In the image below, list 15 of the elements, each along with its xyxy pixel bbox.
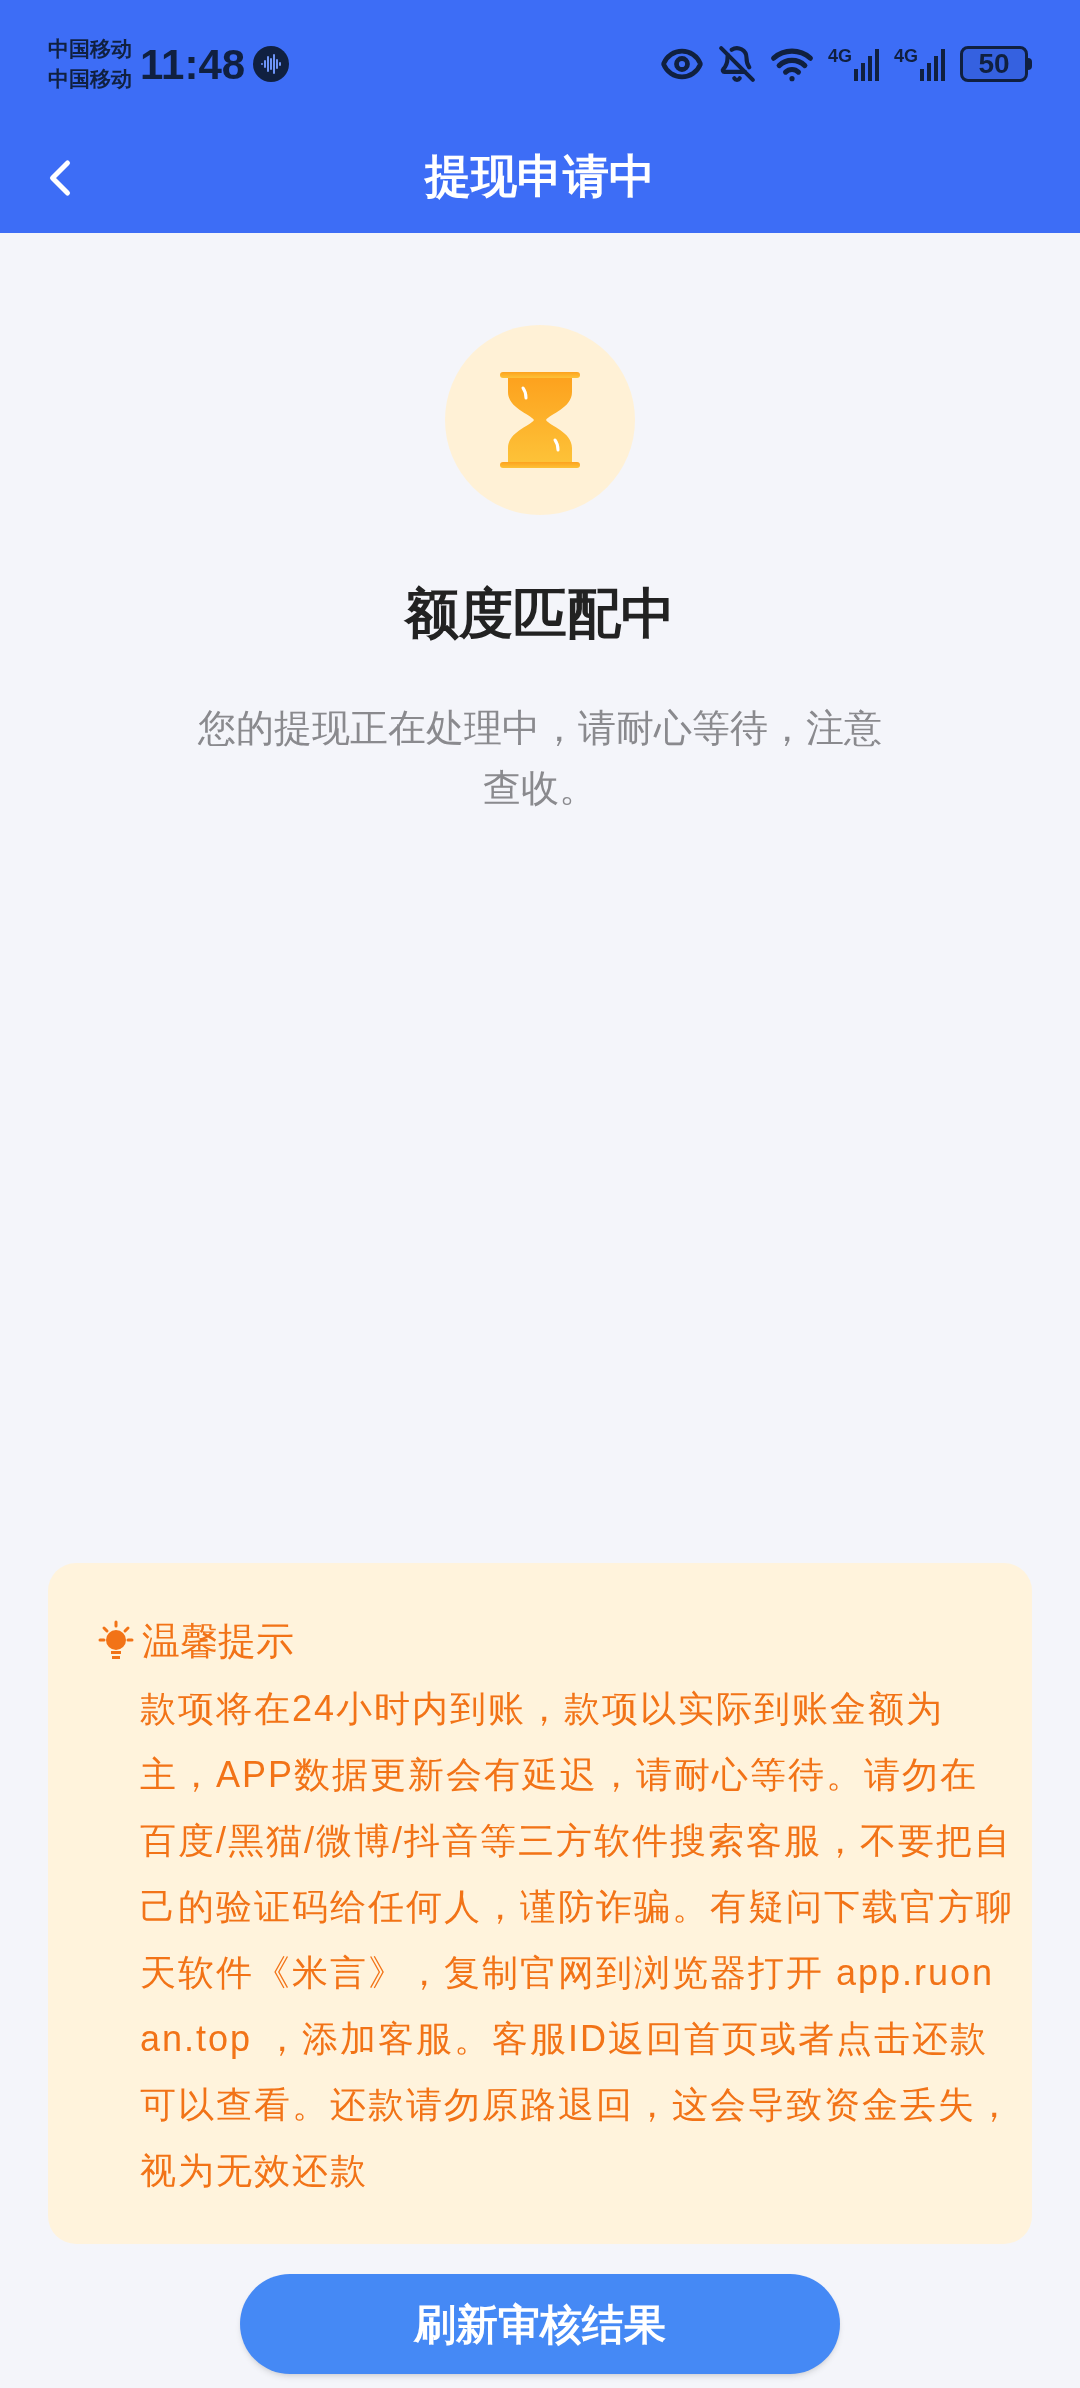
tip-title: 温馨提示	[142, 1619, 294, 1664]
carrier-label: 中国移动	[48, 66, 132, 92]
page-title: 提现申请中	[425, 149, 655, 204]
sound-wave-icon	[253, 46, 290, 82]
tip-body: 款项将在24小时内到账，款项以实际到账金额为主，APP数据更新会有延迟，请耐心等待。请勿在百度/黑猫/微博/抖音等三方软件搜索客服，不要把自己的验证码给任何人，谨防诈骗。有疑问下载官方聊天软件《米言》，复制官网到浏览器打开 app.ruonan.top ，添加客服。客服ID返回首页或者点击还款可以查看。还款请勿原路退回，这会导致资金丢失，视为无效还款	[140, 1687, 1015, 2193]
signal-icon	[920, 47, 946, 81]
network-type-label: 4G	[894, 47, 918, 65]
signal-icon	[854, 47, 880, 81]
carrier-label: 中国移动	[48, 36, 132, 62]
clock-time: 11:48	[140, 39, 246, 90]
network-type-label: 4G	[827, 47, 852, 65]
status-description: 您的提现正在处理中，请耐心等待，注意查收。	[197, 706, 883, 811]
status-title: 额度匹配中	[405, 582, 675, 645]
bell-off-icon	[717, 45, 756, 83]
refresh-result-button[interactable]: 刷新审核结果	[240, 2274, 840, 2374]
